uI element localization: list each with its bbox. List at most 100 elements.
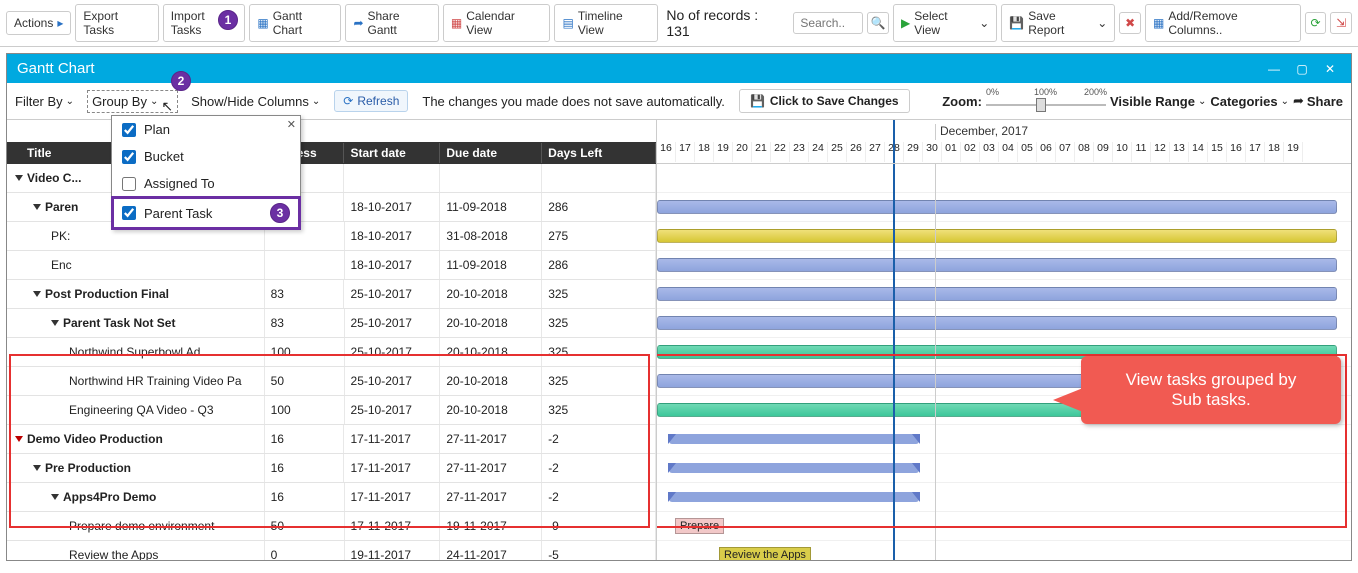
callout-line1: View tasks grouped by: [1091, 370, 1331, 390]
cell-days: -9: [542, 512, 656, 540]
cell-progress: 83: [265, 309, 345, 337]
refresh-button[interactable]: ⟳ Refresh: [334, 90, 408, 112]
expand-caret-icon[interactable]: [33, 204, 41, 210]
save-report-button[interactable]: 💾 Save Report ⌄: [1001, 4, 1115, 42]
share-button[interactable]: ➦ Share: [1293, 93, 1343, 109]
grid-row[interactable]: Engineering QA Video - Q310025-10-201720…: [7, 396, 656, 425]
actions-button[interactable]: Actions ▸: [6, 11, 71, 35]
grid-row[interactable]: Review the Apps019-11-201724-11-2017-5: [7, 541, 656, 560]
search-input[interactable]: [793, 12, 863, 34]
grid-row[interactable]: Enc18-10-201711-09-2018286: [7, 251, 656, 280]
refresh-icon-button[interactable]: ⟳: [1305, 12, 1327, 34]
gantt-bar[interactable]: [657, 287, 1337, 301]
export-icon: ⇲: [1336, 16, 1346, 30]
parent-task-checkbox[interactable]: [122, 206, 136, 220]
export-tasks-button[interactable]: Export Tasks: [75, 4, 158, 42]
filter-by-button[interactable]: Filter By ⌄: [15, 94, 74, 109]
export-icon-button[interactable]: ⇲: [1330, 12, 1352, 34]
grid-row[interactable]: Parent Task Not Set8325-10-201720-10-201…: [7, 309, 656, 338]
timeline-pane: December, 2017 1617181920212223242526272…: [657, 120, 1351, 560]
gantt-bar[interactable]: [669, 463, 919, 473]
delete-report-button[interactable]: ✖: [1119, 12, 1141, 34]
gantt-bar[interactable]: [657, 316, 1337, 330]
col-days[interactable]: Days Left: [542, 143, 656, 163]
visible-range-label: Visible Range: [1110, 94, 1195, 109]
timeline-day: 21: [752, 142, 771, 162]
cell-title: Enc: [7, 251, 265, 279]
group-by-button[interactable]: Group By ⌄ ↖: [88, 91, 177, 112]
expand-caret-icon[interactable]: [15, 436, 23, 442]
save-changes-button[interactable]: 💾 Click to Save Changes: [739, 89, 910, 113]
cell-progress: 16: [265, 483, 345, 511]
timeline-day: 26: [847, 142, 866, 162]
timeline-row: [657, 193, 1351, 222]
expand-caret-icon[interactable]: [33, 291, 41, 297]
timeline-row: [657, 164, 1351, 193]
timeline-day: 05: [1018, 142, 1037, 162]
cell-start: 25-10-2017: [345, 338, 441, 366]
timeline-day: 25: [828, 142, 847, 162]
categories-button[interactable]: Categories ⌄: [1210, 94, 1289, 109]
cell-due: 27-11-2017: [440, 425, 542, 453]
task-label[interactable]: Review the Apps: [719, 547, 811, 560]
show-hide-label: Show/Hide Columns: [191, 94, 309, 109]
maximize-button[interactable]: ▢: [1291, 61, 1313, 77]
row-title: Enc: [51, 258, 72, 272]
dropdown-item-assigned-to[interactable]: Assigned To: [112, 170, 300, 197]
zoom-slider[interactable]: 0% 100% 200%: [986, 89, 1106, 113]
cell-start: 17-11-2017: [345, 483, 441, 511]
search-button[interactable]: 🔍: [867, 12, 889, 34]
dropdown-item-parent-task[interactable]: Parent Task 3: [112, 197, 300, 229]
gantt-bar[interactable]: [657, 229, 1337, 243]
dropdown-item-plan[interactable]: Plan: [112, 116, 300, 143]
expand-caret-icon[interactable]: [51, 320, 59, 326]
grid-row[interactable]: PK:18-10-201731-08-2018275: [7, 222, 656, 251]
grid-row[interactable]: Pre Production1617-11-201727-11-2017-2: [7, 454, 656, 483]
minimize-button[interactable]: —: [1263, 61, 1285, 77]
grid-row[interactable]: Northwind Superbowl Ad10025-10-201720-10…: [7, 338, 656, 367]
task-label[interactable]: Prepare: [675, 518, 724, 534]
chevron-down-icon: ⌄: [1198, 96, 1206, 107]
col-due[interactable]: Due date: [440, 143, 542, 163]
col-start[interactable]: Start date: [344, 143, 440, 163]
dropdown-close[interactable]: ✕: [287, 118, 296, 131]
dropdown-item-bucket[interactable]: Bucket: [112, 143, 300, 170]
share-gantt-button[interactable]: ➦ Share Gantt: [345, 4, 438, 42]
window-titlebar: Gantt Chart — ▢ ✕: [7, 54, 1351, 83]
gantt-bar[interactable]: [669, 434, 919, 444]
gantt-bar[interactable]: [669, 492, 919, 502]
bucket-checkbox[interactable]: [122, 150, 136, 164]
timeline-view-button[interactable]: ▤ Timeline View: [554, 4, 658, 42]
cell-start: 18-10-2017: [344, 193, 440, 221]
expand-caret-icon[interactable]: [15, 175, 23, 181]
select-view-button[interactable]: ▶ Select View ⌄: [893, 4, 997, 42]
cell-progress: [265, 251, 345, 279]
row-title: Northwind HR Training Video Pa: [69, 374, 242, 388]
grid-row[interactable]: Paren18-10-201711-09-2018286: [7, 193, 656, 222]
gantt-bar[interactable]: [657, 200, 1337, 214]
cell-days: 325: [542, 280, 656, 308]
plan-checkbox[interactable]: [122, 123, 136, 137]
gantt-bar[interactable]: [657, 258, 1337, 272]
close-button[interactable]: ✕: [1319, 61, 1341, 77]
columns-label: Add/Remove Columns..: [1168, 9, 1292, 37]
grid-row[interactable]: Post Production Final8325-10-201720-10-2…: [7, 280, 656, 309]
grid-row[interactable]: Northwind HR Training Video Pa5025-10-20…: [7, 367, 656, 396]
timeline-day: 24: [809, 142, 828, 162]
grid-row[interactable]: Apps4Pro Demo1617-11-201727-11-2017-2: [7, 483, 656, 512]
grid-row[interactable]: Demo Video Production1617-11-201727-11-2…: [7, 425, 656, 454]
filter-label: Filter By: [15, 94, 63, 109]
add-remove-columns-button[interactable]: ▦ Add/Remove Columns..: [1145, 4, 1301, 42]
cell-start: [344, 164, 440, 192]
grid-row[interactable]: Prepare demo environment5017-11-201719-1…: [7, 512, 656, 541]
calendar-view-button[interactable]: ▦ Calendar View: [443, 4, 551, 42]
assigned-to-checkbox[interactable]: [122, 177, 136, 191]
chevron-down-icon: ⌄: [979, 16, 989, 30]
visible-range-button[interactable]: Visible Range ⌄: [1110, 94, 1206, 109]
show-hide-columns-button[interactable]: Show/Hide Columns ⌄: [191, 94, 320, 109]
expand-caret-icon[interactable]: [51, 494, 59, 500]
expand-caret-icon[interactable]: [33, 465, 41, 471]
gantt-chart-button[interactable]: ▦ Gantt Chart: [249, 4, 341, 42]
grid-row[interactable]: Video C...: [7, 164, 656, 193]
zoom-thumb[interactable]: [1036, 98, 1046, 112]
